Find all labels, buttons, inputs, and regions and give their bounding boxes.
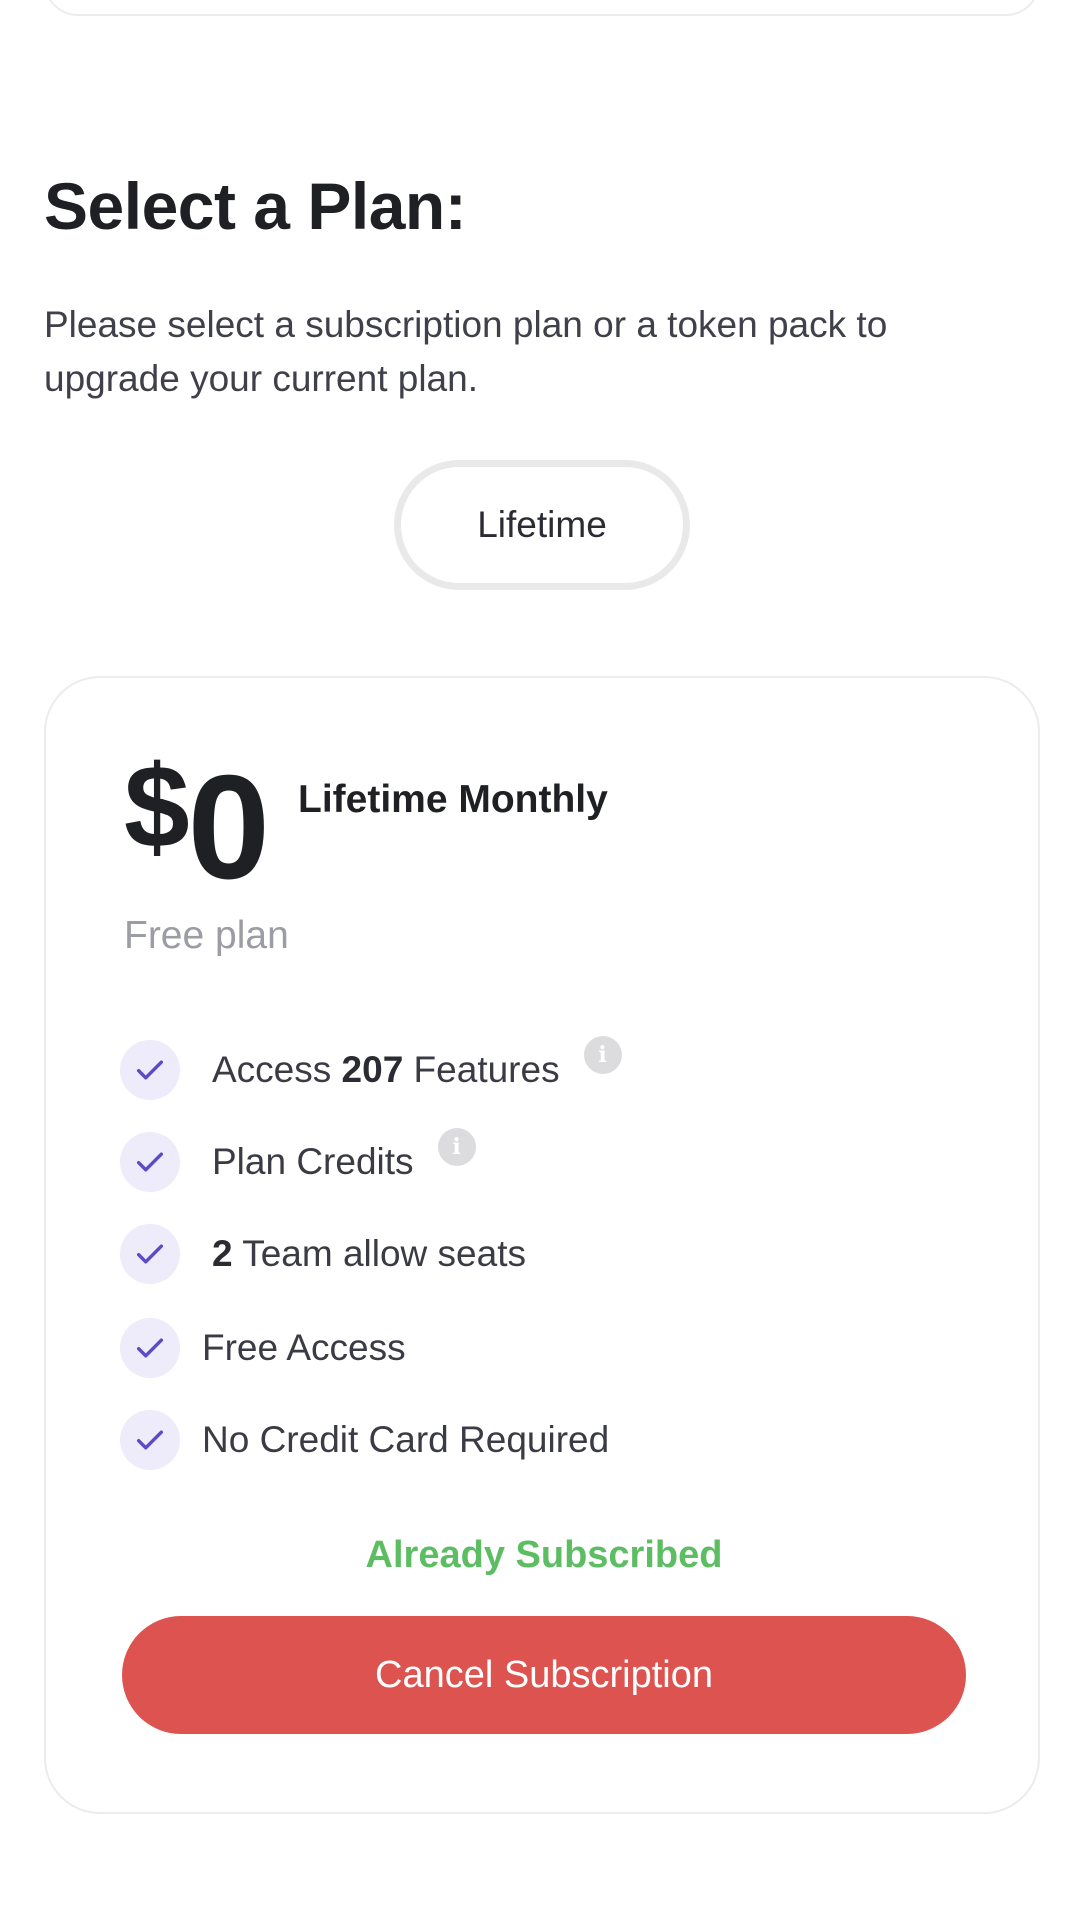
info-icon[interactable]: i <box>583 1036 622 1074</box>
check-icon <box>120 1410 180 1470</box>
feature-label: No Credit Card Required <box>202 1419 610 1460</box>
feature-item: Access 207 Features i <box>120 1036 622 1102</box>
plan-name: Lifetime Monthly <box>298 778 608 821</box>
feature-item: Free Access <box>120 1316 406 1380</box>
price-currency: $ <box>124 741 190 873</box>
feature-item: Plan Credits i <box>120 1128 476 1194</box>
billing-option-lifetime[interactable]: Lifetime <box>401 467 683 583</box>
cancel-subscription-button[interactable]: Cancel Subscription <box>122 1616 966 1734</box>
subscription-status: Already Subscribed <box>365 1534 723 1576</box>
plan-selection-page: Select a Plan: Please select a subscript… <box>0 0 1080 1909</box>
page-description: Please select a subscription plan or a t… <box>44 304 888 399</box>
check-icon <box>120 1132 180 1192</box>
feature-label: Free Access <box>202 1327 406 1368</box>
plan-subtitle: Free plan <box>124 914 289 957</box>
feature-item: 2 Team allow seats <box>120 1222 526 1286</box>
check-icon <box>120 1040 180 1100</box>
feature-item: No Credit Card Required <box>120 1408 609 1472</box>
feature-label: Access 207 Features <box>212 1049 560 1090</box>
feature-label: 2 Team allow seats <box>212 1233 526 1274</box>
check-icon <box>120 1318 180 1378</box>
check-icon <box>120 1224 180 1284</box>
previous-card-edge <box>44 0 1040 16</box>
plan-card: $0 Lifetime Monthly Free plan Access 207… <box>44 676 1040 1814</box>
page-title: Select a Plan: <box>44 169 467 243</box>
price-amount: 0 <box>187 745 270 910</box>
billing-toggle: Lifetime <box>394 460 690 590</box>
plan-price: $0 <box>124 741 270 910</box>
feature-label: Plan Credits <box>212 1141 414 1182</box>
info-icon[interactable]: i <box>437 1128 476 1166</box>
